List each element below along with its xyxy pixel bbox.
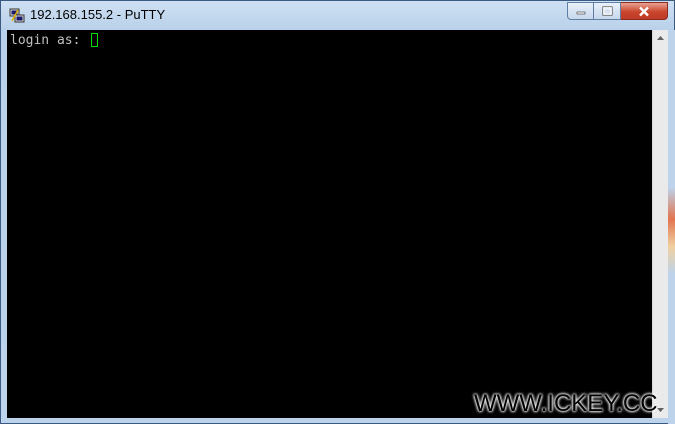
maximize-button[interactable] [594,2,621,20]
close-icon [639,6,649,16]
terminal-line: login as: [10,33,99,48]
window-border-right [668,30,675,424]
putty-icon[interactable] [9,7,25,23]
login-prompt: login as: [10,33,89,48]
vertical-scrollbar[interactable] [652,30,668,418]
window-title: 192.168.155.2 - PuTTY [30,7,166,22]
close-button[interactable] [621,2,668,20]
putty-window: 192.168.155.2 - PuTTY login as: [0,0,675,424]
watermark-text: WWW.ICKEY.CC [474,390,658,417]
text-cursor [91,33,99,47]
minimize-button[interactable] [567,2,594,20]
scroll-up-button[interactable] [653,30,668,46]
title-bar[interactable]: 192.168.155.2 - PuTTY [1,1,674,29]
terminal-area[interactable]: login as: [7,30,652,418]
minimize-icon [576,11,585,15]
scroll-down-arrow-icon [657,408,664,412]
caption-buttons [567,2,668,21]
scroll-up-arrow-icon [657,36,664,40]
maximize-icon [602,6,612,16]
